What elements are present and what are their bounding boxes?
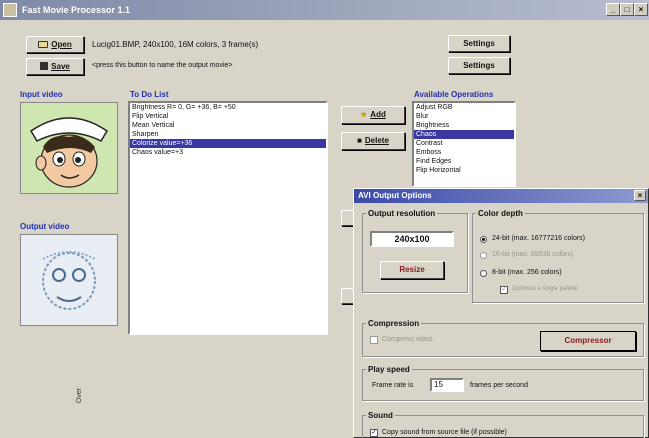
todo-item[interactable]: Mean Vertical (130, 121, 326, 130)
app-icon[interactable] (3, 3, 17, 17)
settings-button-output[interactable]: Settings (448, 57, 510, 74)
operations-list[interactable]: Adjust RGB Blur Brightness Chaos Contras… (412, 101, 516, 187)
disk-icon (40, 62, 49, 70)
radio-16bit-label: 16-bit (max. 65536 colors) (492, 251, 574, 258)
cartoon-face-image (29, 117, 109, 188)
dialog-close-button[interactable]: × (634, 190, 646, 201)
todo-item[interactable]: Chaos value=+3 (130, 148, 326, 157)
dialog-title: AVI Output Options (358, 191, 432, 200)
trash-icon: ■ (357, 136, 362, 145)
folder-icon (38, 41, 49, 48)
copy-sound-label: Copy sound from source file (if possible… (382, 429, 507, 436)
input-video-preview (20, 102, 118, 194)
output-video-preview (20, 234, 118, 326)
compress-video-checkbox[interactable] (370, 336, 378, 344)
delete-button[interactable]: ■ Delete (341, 132, 405, 150)
todo-item-selected[interactable]: Colorize value=+36 (130, 139, 326, 148)
add-icon: ★ (360, 110, 368, 119)
frame-rate-input[interactable]: 15 (430, 378, 464, 392)
operation-item[interactable]: Blur (414, 112, 514, 121)
save-hint: <press this button to name the output mo… (92, 62, 233, 69)
resolution-value: 240x100 (370, 231, 454, 247)
play-speed-title: Play speed (366, 365, 412, 374)
operation-item[interactable]: Brightness (414, 121, 514, 130)
save-button[interactable]: Save (26, 58, 84, 75)
operation-item[interactable]: Flip Horizontal (414, 166, 514, 175)
window-title-bar: Fast Movie Processor 1.1 (0, 0, 649, 20)
todo-item[interactable]: Flip Vertical (130, 112, 326, 121)
radio-24bit-label: 24-bit (max. 16777216 colors) (492, 235, 585, 242)
operation-item[interactable]: Contrast (414, 139, 514, 148)
operation-item[interactable]: Emboss (414, 148, 514, 157)
add-button[interactable]: ★ Add (341, 106, 405, 124)
todo-item[interactable]: Sharpen (130, 130, 326, 139)
output-side-text: Over (76, 387, 84, 404)
compress-video-label: Compress video (382, 336, 433, 343)
radio-8bit-label: 8-bit (max. 256 colors) (492, 269, 562, 276)
delete-label: Delete (364, 136, 389, 145)
maximize-button[interactable]: □ (620, 3, 634, 16)
output-resolution-title: Output resolution (366, 209, 438, 218)
compressor-button[interactable]: Compressor (540, 331, 636, 351)
color-depth-title: Color depth (476, 209, 525, 218)
processed-face-image (42, 251, 96, 310)
todo-list-label: To Do List (130, 90, 169, 99)
optimize-palette-checkbox[interactable]: ✓ (500, 286, 508, 294)
dialog-title-bar: AVI Output Options (354, 189, 648, 203)
sound-title: Sound (366, 411, 395, 420)
compression-title: Compression (366, 319, 422, 328)
avi-output-options-dialog: AVI Output Options × Output resolution 2… (353, 188, 649, 438)
operations-label: Available Operations (414, 90, 494, 99)
operation-item[interactable]: Adjust RGB (414, 103, 514, 112)
input-video-label: Input video (20, 90, 63, 99)
todo-list[interactable]: Brightness R= 0, G= +36, B= +50 Flip Ver… (128, 101, 328, 335)
add-label: Add (370, 110, 386, 119)
operation-item-selected[interactable]: Chaos (414, 130, 514, 139)
copy-sound-checkbox[interactable]: ✓ (370, 429, 378, 437)
minimize-button[interactable]: _ (606, 3, 620, 16)
todo-item[interactable]: Brightness R= 0, G= +36, B= +50 (130, 103, 326, 112)
frame-rate-suffix: frames per second (470, 382, 528, 389)
radio-8bit[interactable] (480, 270, 487, 277)
radio-24bit[interactable] (480, 236, 487, 243)
window-title: Fast Movie Processor 1.1 (22, 5, 131, 15)
output-resolution-group (362, 213, 468, 293)
close-button[interactable]: × (634, 3, 648, 16)
output-video-label: Output video (20, 222, 70, 231)
resize-button[interactable]: Resize (380, 261, 444, 279)
settings-button-input[interactable]: Settings (448, 35, 510, 52)
operation-item[interactable]: Find Edges (414, 157, 514, 166)
radio-16bit[interactable] (480, 252, 487, 259)
save-label: Save (51, 62, 70, 71)
open-button[interactable]: Open (26, 36, 84, 53)
frame-rate-prefix: Frame rate is (372, 382, 414, 389)
open-label: Open (51, 40, 72, 49)
file-info: Lucig01.BMP, 240x100, 16M colors, 3 fram… (92, 40, 259, 49)
optimize-palette-label: Optimize a single palette (512, 286, 578, 292)
